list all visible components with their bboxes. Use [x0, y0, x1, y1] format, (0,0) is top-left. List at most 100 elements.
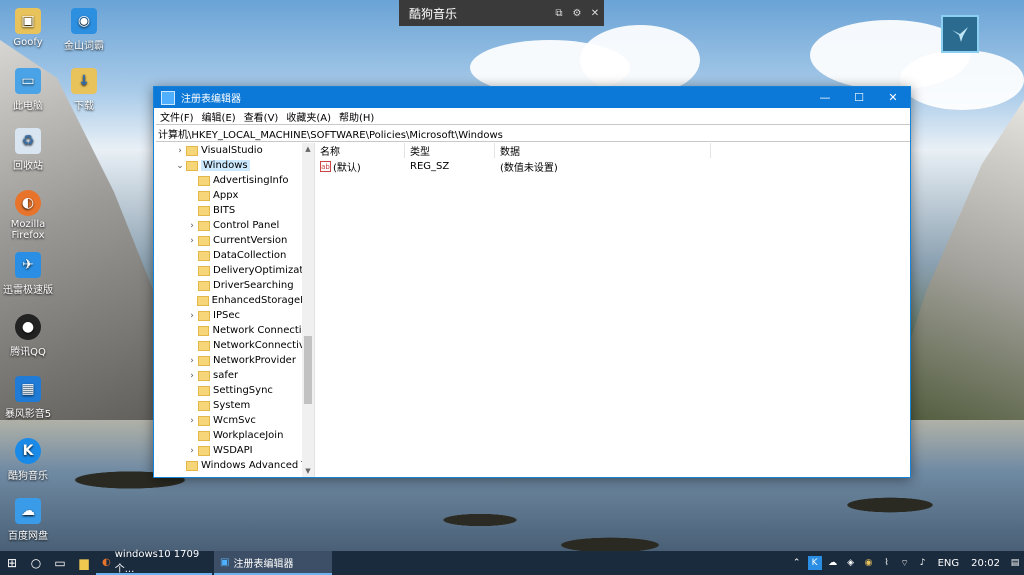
expand-chevron-icon[interactable]: › [186, 371, 198, 381]
value-row[interactable]: ab (默认) REG_SZ (数值未设置) [315, 159, 910, 174]
tree-node[interactable]: WorkplaceJoin [154, 428, 314, 443]
desktop-icon-firefox[interactable]: ◐ Mozilla Firefox [0, 190, 56, 241]
tree-node[interactable]: › Control Panel [154, 218, 314, 233]
kugou-tray-icon[interactable]: K [807, 556, 822, 570]
tree-node[interactable]: DriverSearching [154, 278, 314, 293]
tree-node[interactable]: › VisualStudio [154, 143, 314, 158]
desktop-icon-kugou[interactable]: K 酷狗音乐 [0, 438, 56, 482]
tree-rows: › VisualStudio ⌄ Windows AdvertisingInfo Appx… [154, 143, 314, 473]
file-explorer-icon[interactable]: ▆ [72, 551, 96, 575]
tree-node[interactable]: EnhancedStorageDe [154, 293, 314, 308]
minimize-button[interactable]: — [808, 87, 842, 108]
expand-chevron-icon[interactable]: ⌄ [174, 161, 186, 171]
column-header-data[interactable]: 数据 [495, 143, 711, 158]
desktop-icon-qq[interactable]: ● 腾讯QQ [0, 314, 56, 358]
expand-chevron-icon[interactable]: › [186, 446, 198, 456]
column-header-name[interactable]: 名称 [315, 143, 405, 158]
desktop-icon-goofy[interactable]: ▣ Goofy [0, 8, 56, 48]
tree-node[interactable]: DeliveryOptimizatio [154, 263, 314, 278]
volume-icon[interactable]: ♪ [916, 556, 930, 570]
tree-node[interactable]: › safer [154, 368, 314, 383]
expand-chevron-icon[interactable]: › [186, 311, 198, 321]
menu-edit[interactable]: 编辑(E) [198, 109, 240, 124]
folder-icon [198, 355, 210, 366]
tree-node[interactable]: AdvertisingInfo [154, 173, 314, 188]
desktop-icon-recycle-bin[interactable]: ♻ 回收站 [0, 128, 56, 172]
window-titlebar[interactable]: 注册表编辑器 — ☐ ✕ [154, 87, 910, 108]
tree-node[interactable]: DataCollection [154, 248, 314, 263]
desktop-icon-baidu-netdisk[interactable]: ☁ 百度网盘 [0, 498, 56, 542]
scroll-down-icon[interactable]: ▼ [302, 465, 314, 477]
network-icon[interactable]: ⌇ [880, 556, 894, 570]
folder-icon [198, 175, 210, 186]
desktop-icon-xunlei[interactable]: ✈ 迅雷极速版 [0, 252, 56, 296]
settings-icon[interactable]: ⚙ [568, 8, 586, 19]
expand-chevron-icon[interactable]: › [186, 416, 198, 426]
close-button[interactable]: ✕ [876, 87, 910, 108]
clock[interactable]: 20:02 [971, 558, 1000, 569]
scroll-up-icon[interactable]: ▲ [302, 143, 314, 155]
wifi-icon[interactable]: ⌔ [898, 556, 912, 570]
kugou-mini-bar[interactable]: 酷狗音乐 ⧉ ⚙ ✕ [399, 0, 604, 26]
tree-node[interactable]: BITS [154, 203, 314, 218]
desktop-icon-kingsoft[interactable]: ◉ 金山词霸 [56, 8, 112, 52]
desktop-icon-label: 暴风影音5 [4, 409, 52, 420]
tree-node[interactable]: › WcmSvc [154, 413, 314, 428]
folder-icon [198, 385, 210, 396]
tree-node[interactable]: System [154, 398, 314, 413]
tree-node[interactable]: NetworkConnectivit [154, 338, 314, 353]
notification-icon[interactable]: ▤ [1008, 556, 1022, 570]
taskbar-task-regedit[interactable]: ▣ 注册表编辑器 [214, 551, 332, 575]
registry-editor-window[interactable]: 注册表编辑器 — ☐ ✕ 文件(F) 编辑(E) 查看(V) 收藏夹(A) 帮助… [153, 86, 911, 478]
search-icon[interactable]: ○ [24, 551, 48, 575]
tree-node[interactable]: › CurrentVersion [154, 233, 314, 248]
cloud-tray-icon[interactable]: ☁ [826, 556, 840, 570]
folder-icon [198, 190, 210, 201]
tree-node[interactable]: Windows Advanced Th [154, 458, 314, 473]
baidu-tray-icon[interactable]: ◉ [862, 556, 876, 570]
tree-node[interactable]: SettingSync [154, 383, 314, 398]
tree-node-label: AdvertisingInfo [213, 175, 289, 186]
tree-node[interactable]: › WSDAPI [154, 443, 314, 458]
tree-node-label: NetworkProvider [213, 355, 296, 366]
menu-view[interactable]: 查看(V) [240, 109, 283, 124]
folder-icon [198, 370, 210, 381]
desktop-icon-baofeng[interactable]: ▦ 暴风影音5 [0, 376, 56, 420]
start-icon[interactable]: ⊞ [0, 551, 24, 575]
task-view-icon[interactable]: ▭ [48, 551, 72, 575]
shield-tray-icon[interactable]: ◈ [844, 556, 858, 570]
tree-scrollbar[interactable]: ▲ ▼ [302, 143, 314, 477]
column-header-type[interactable]: 类型 [405, 143, 495, 158]
desktop-icon-this-pc[interactable]: ▭ 此电脑 [0, 68, 56, 112]
restore-icon[interactable]: ⧉ [550, 8, 568, 19]
desktop-icon-label: 迅雷极速版 [3, 285, 53, 296]
expand-chevron-icon[interactable]: › [186, 236, 198, 246]
values-pane[interactable]: 名称 类型 数据 ab (默认) REG_SZ (数值未设置) [315, 143, 910, 477]
tree-node[interactable]: ⌄ Windows [154, 158, 314, 173]
menu-help[interactable]: 帮助(H) [335, 109, 378, 124]
tree-node[interactable]: › IPSec [154, 308, 314, 323]
address-bar[interactable]: 计算机\HKEY_LOCAL_MACHINE\SOFTWARE\Policies… [156, 124, 910, 142]
taskbar-task-label: windows10 1709 个... [114, 549, 200, 575]
expand-chevron-icon[interactable]: › [186, 221, 198, 231]
maximize-button[interactable]: ☐ [842, 87, 876, 108]
key-tree[interactable]: › VisualStudio ⌄ Windows AdvertisingInfo Appx… [154, 143, 315, 477]
tree-node[interactable]: Network Connection [154, 323, 314, 338]
expand-chevron-icon[interactable]: › [174, 146, 186, 156]
scroll-thumb[interactable] [304, 336, 312, 404]
tree-node-label: WSDAPI [213, 445, 253, 456]
desktop-icon-label: 金山词霸 [64, 41, 104, 52]
menu-file[interactable]: 文件(F) [156, 109, 198, 124]
tree-node[interactable]: Appx [154, 188, 314, 203]
kingsoft-dictionary-icon: ◉ [71, 8, 97, 34]
tree-node[interactable]: › NetworkProvider [154, 353, 314, 368]
close-icon[interactable]: ✕ [586, 8, 604, 19]
taskbar-task-firefox[interactable]: ◐ windows10 1709 个... [96, 549, 212, 575]
address-path[interactable]: 计算机\HKEY_LOCAL_MACHINE\SOFTWARE\Policies… [158, 126, 503, 141]
language-indicator[interactable]: ENG [938, 558, 960, 569]
expand-chevron-icon[interactable]: › [186, 356, 198, 366]
chevron-up-icon[interactable]: ⌃ [790, 556, 804, 570]
desktop-icon-downloads[interactable]: ↓ 下载 [56, 68, 112, 112]
kugou-float-icon[interactable] [941, 15, 979, 53]
menu-favorites[interactable]: 收藏夹(A) [282, 109, 335, 124]
